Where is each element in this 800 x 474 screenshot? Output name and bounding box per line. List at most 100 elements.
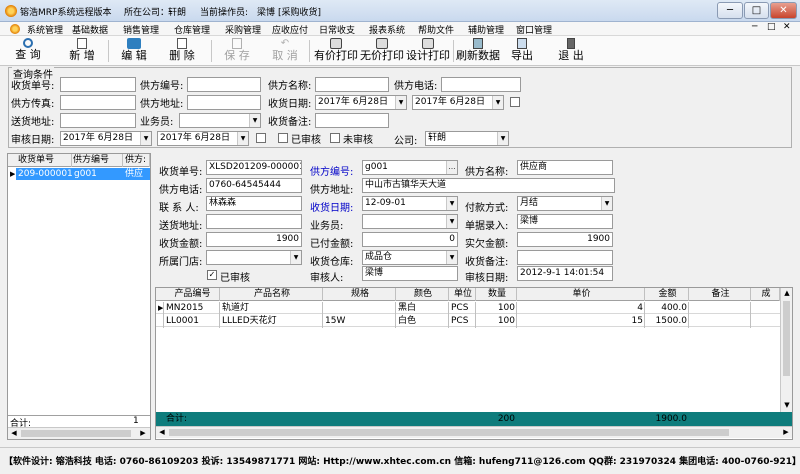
entry-field[interactable]: 梁博: [517, 214, 613, 229]
col-cost[interactable]: 成: [751, 288, 780, 301]
export-button[interactable]: 导出: [507, 38, 537, 65]
query-receipt-no-input[interactable]: [60, 77, 136, 92]
exit-button[interactable]: 退 出: [553, 38, 589, 65]
print-noprice-button[interactable]: 无价打印: [359, 38, 405, 65]
col-quantity[interactable]: 数量: [476, 288, 517, 301]
scroll-right-icon[interactable]: ▶: [137, 428, 149, 439]
query-audit-date-checkbox[interactable]: [256, 133, 266, 143]
query-audit-from[interactable]: 2017年 6月28日 ▼: [60, 131, 152, 146]
audited-checkbox[interactable]: ✓: [207, 270, 217, 280]
edit-button[interactable]: 编 辑: [116, 38, 152, 65]
scroll-left-icon[interactable]: ◀: [8, 428, 20, 439]
list-horizontal-scrollbar[interactable]: ◀ ▶: [8, 427, 150, 439]
delete-button[interactable]: 删 除: [164, 38, 200, 65]
menu-receivable[interactable]: 应收应付: [272, 23, 308, 36]
maximize-button[interactable]: □: [744, 2, 769, 19]
table-row[interactable]: ▶ MN2015 轨道灯 黑白 PCS 100 4 400.0: [156, 302, 780, 314]
query-supplier-phone-input[interactable]: [441, 77, 521, 92]
menu-warehouse[interactable]: 仓库管理: [174, 23, 210, 36]
note-field[interactable]: [517, 250, 613, 265]
minimize-button[interactable]: ─: [717, 2, 743, 19]
contact-field[interactable]: 林森森: [206, 196, 302, 211]
scroll-thumb[interactable]: [21, 430, 131, 437]
menu-bar: 系统管理 基础数据 销售管理 仓库管理 采购管理 应收应付 日常收支 报表系统 …: [0, 22, 800, 36]
menu-assist[interactable]: 辅助管理: [468, 23, 504, 36]
query-date-to[interactable]: 2017年 6月28日 ▼: [412, 95, 504, 110]
col-spec[interactable]: 规格: [323, 288, 396, 301]
col-amount[interactable]: 金额: [645, 288, 689, 301]
query-receipt-note-input[interactable]: [315, 113, 389, 128]
table-row[interactable]: LL0001 LLLED天花灯 15W 白色 PCS 100 15 1500.0: [156, 315, 780, 327]
query-supplier-addr-input[interactable]: [187, 95, 261, 110]
menu-system[interactable]: 系统管理: [27, 23, 63, 36]
paid-field[interactable]: 0: [362, 232, 458, 247]
design-print-button[interactable]: 设计打印: [405, 38, 451, 65]
detail-horizontal-scrollbar[interactable]: ◀ ▶: [156, 426, 792, 438]
query-supplier-name-input[interactable]: [315, 77, 389, 92]
scroll-thumb[interactable]: [169, 429, 729, 436]
search-icon: [23, 38, 33, 48]
delivery-addr-field[interactable]: [206, 214, 302, 229]
col-product-name[interactable]: 产品名称: [220, 288, 323, 301]
warehouse-select[interactable]: 成品仓 ▼: [362, 250, 458, 265]
menu-reports[interactable]: 报表系统: [369, 23, 405, 36]
owed-field[interactable]: 1900: [517, 232, 613, 247]
col-receipt-no[interactable]: 收货单号: [16, 154, 72, 167]
col-supplier-no[interactable]: 供方编号: [71, 154, 123, 167]
query-audited-checkbox[interactable]: [278, 133, 288, 143]
supplier-name-field[interactable]: 供应商: [517, 160, 613, 175]
save-button[interactable]: 保 存: [219, 38, 255, 65]
table-row[interactable]: ▶ 209-000001 g001 供应: [8, 168, 150, 180]
payment-select[interactable]: 月结 ▼: [517, 196, 613, 211]
mdi-restore-icon[interactable]: □: [767, 22, 776, 32]
close-button[interactable]: ✕: [770, 2, 797, 19]
query-receipt-date-label: 收货日期:: [268, 99, 312, 110]
supplier-phone-field[interactable]: 0760-64545444: [206, 178, 302, 193]
query-supplier-no-input[interactable]: [187, 77, 261, 92]
receipt-no-label: 收货单号:: [159, 167, 203, 178]
col-supplier-name[interactable]: 供方:: [123, 154, 150, 167]
query-company-select[interactable]: 轩朗 ▼: [425, 131, 509, 146]
query-audit-to[interactable]: 2017年 6月28日 ▼: [157, 131, 249, 146]
print-price-button[interactable]: 有价打印: [313, 38, 359, 65]
scroll-up-icon[interactable]: ▲: [781, 288, 793, 299]
col-remark[interactable]: 备注: [689, 288, 751, 301]
query-button[interactable]: 查 询: [10, 38, 46, 65]
scroll-right-icon[interactable]: ▶: [780, 427, 792, 438]
menu-window[interactable]: 窗口管理: [516, 23, 552, 36]
detail-vertical-scrollbar[interactable]: ▲ ▼: [780, 288, 792, 412]
supplier-no-field[interactable]: g001…: [362, 160, 458, 175]
menu-daily[interactable]: 日常收支: [319, 23, 355, 36]
menu-help[interactable]: 帮助文件: [418, 23, 454, 36]
cancel-button[interactable]: ↶ 取 消: [267, 38, 303, 65]
menu-base-data[interactable]: 基础数据: [72, 23, 108, 36]
refresh-button[interactable]: 刷新数据: [456, 38, 500, 65]
col-product-no[interactable]: 产品编号: [164, 288, 220, 301]
audit-date-field[interactable]: 2012-9-1 14:01:54: [517, 266, 613, 281]
query-delivery-addr-input[interactable]: [60, 113, 136, 128]
receipt-no-field[interactable]: XLSD201209-000001: [206, 160, 302, 175]
amount-field[interactable]: 1900: [206, 232, 302, 247]
query-unaudited-checkbox[interactable]: [330, 133, 340, 143]
query-date-checkbox[interactable]: [510, 97, 520, 107]
new-button[interactable]: 新 增: [64, 38, 100, 65]
mdi-close-icon[interactable]: ✕: [783, 22, 791, 32]
auditor-field[interactable]: 梁博: [362, 266, 458, 281]
menu-sales[interactable]: 销售管理: [123, 23, 159, 36]
query-salesman-select[interactable]: ▼: [179, 113, 261, 128]
supplier-addr-field[interactable]: 中山市古镇华天大道: [362, 178, 615, 193]
ellipsis-button[interactable]: …: [446, 161, 457, 174]
scroll-down-icon[interactable]: ▼: [781, 400, 793, 411]
col-unit[interactable]: 单位: [449, 288, 476, 301]
scroll-thumb[interactable]: [783, 301, 790, 376]
query-supplier-fax-input[interactable]: [60, 95, 136, 110]
query-date-from[interactable]: 2017年 6月28日 ▼: [315, 95, 407, 110]
mdi-min-icon[interactable]: ─: [752, 22, 757, 32]
store-select[interactable]: ▼: [206, 250, 302, 265]
scroll-left-icon[interactable]: ◀: [156, 427, 168, 438]
salesman-select[interactable]: ▼: [362, 214, 458, 229]
col-color[interactable]: 颜色: [396, 288, 449, 301]
menu-purchase[interactable]: 采购管理: [225, 23, 261, 36]
col-unit-price[interactable]: 单价: [517, 288, 645, 301]
receipt-date-field[interactable]: 12-09-01 ▼: [362, 196, 458, 211]
